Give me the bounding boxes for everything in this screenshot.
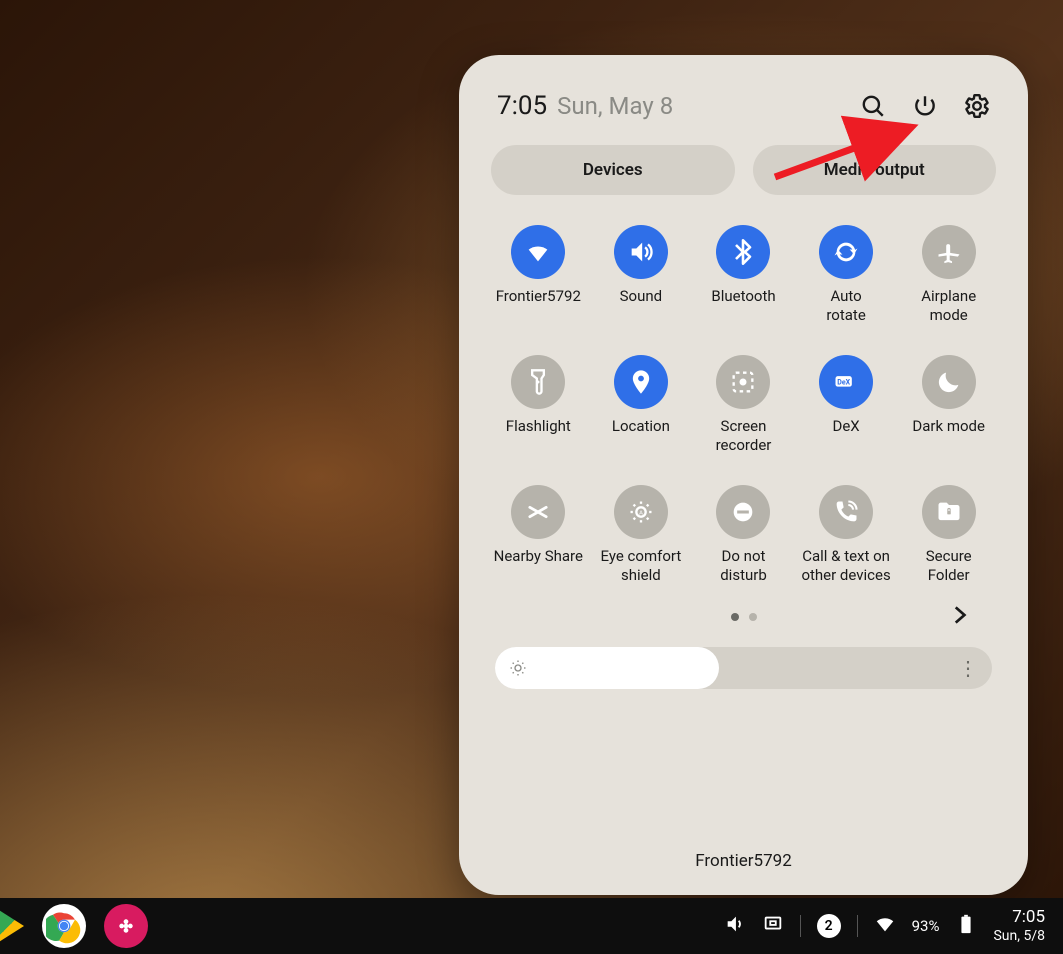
tray-notification-badge[interactable]: 2 [817,914,841,938]
notification-count: 2 [825,918,833,934]
tile-airplane[interactable]: Airplane mode [897,225,1000,325]
airplane-icon [922,225,976,279]
screenrec-icon [716,355,770,409]
eyecomfort-icon: A [614,485,668,539]
panel-date: Sun, May 8 [557,92,673,120]
pager-dot-1[interactable] [731,613,739,621]
shelf-left [0,904,148,948]
brightness-slider[interactable]: ⋮ [495,647,992,689]
dnd-icon [716,485,770,539]
calltext-icon [819,485,873,539]
gallery-app-icon[interactable] [104,904,148,948]
panel-footer-network[interactable]: Frontier5792 [487,841,1000,877]
brightness-fill [495,647,719,689]
power-icon[interactable] [912,93,938,119]
tray-volume-icon[interactable] [724,913,746,939]
flashlight-icon [511,355,565,409]
tile-screenrec[interactable]: Screen recorder [692,355,795,455]
media-output-pill[interactable]: Media output [753,145,997,195]
tile-label: Dark mode [912,417,985,455]
tray-cast-icon[interactable] [762,913,784,939]
chrome-icon[interactable] [42,904,86,948]
panel-header-icons [860,93,990,119]
tile-dnd[interactable]: Do not disturb [692,485,795,585]
tile-label: Screen recorder [716,417,772,455]
tile-autorotate[interactable]: Auto rotate [795,225,898,325]
tray-separator [800,915,801,937]
devices-pill-label: Devices [583,160,643,180]
tile-wifi[interactable]: Frontier5792 [487,225,590,325]
tile-label: Flashlight [506,417,571,455]
media-output-pill-label: Media output [824,160,925,180]
tile-eyecomfort[interactable]: A Eye comfort shield [590,485,693,585]
next-page-button[interactable] [946,602,972,632]
tile-darkmode[interactable]: Dark mode [897,355,1000,455]
tile-label: Bluetooth [711,287,775,325]
tray-battery-text: 93% [912,917,940,935]
tile-location[interactable]: Location [590,355,693,455]
tray-separator [857,915,858,937]
system-tray[interactable]: 2 93% 7:05 Sun, 5/8 [724,908,1045,944]
pill-row: Devices Media output [487,145,1000,215]
panel-time-date[interactable]: 7:05 Sun, May 8 [497,91,673,121]
autorotate-icon [819,225,873,279]
tray-clock[interactable]: 7:05 Sun, 5/8 [993,908,1045,944]
svg-text:DeX: DeX [837,378,850,386]
tile-label: Do not disturb [720,547,767,585]
bluetooth-icon [716,225,770,279]
pager [487,595,1000,627]
quick-settings-panel: 7:05 Sun, May 8 Devices Media output Fro… [459,55,1028,895]
pager-dot-2[interactable] [749,613,757,621]
tray-clock-date: Sun, 5/8 [993,928,1045,944]
securefolder-icon [922,485,976,539]
tile-label: Eye comfort shield [601,547,682,585]
devices-pill[interactable]: Devices [491,145,735,195]
svg-text:A: A [639,510,643,516]
tray-battery-icon[interactable] [955,913,977,939]
search-icon[interactable] [860,93,886,119]
tile-bluetooth[interactable]: Bluetooth [692,225,795,325]
dex-icon: DeX [819,355,873,409]
tile-label: Call & text on other devices [801,547,890,585]
tile-flashlight[interactable]: Flashlight [487,355,590,455]
sound-icon [614,225,668,279]
darkmode-icon [922,355,976,409]
tile-nearby[interactable]: Nearby Share [487,485,590,585]
tile-label: Location [612,417,670,455]
nearby-icon [511,485,565,539]
shelf: 2 93% 7:05 Sun, 5/8 [0,898,1063,954]
tray-clock-time: 7:05 [993,908,1045,928]
tile-dex[interactable]: DeX DeX [795,355,898,455]
tile-label: Frontier5792 [496,287,581,325]
tiles-grid: Frontier5792 Sound Bluetooth Auto rotate Air… [487,215,1000,595]
tile-calltext[interactable]: Call & text on other devices [795,485,898,585]
tile-label: DeX [832,417,859,455]
tile-label: Airplane mode [921,287,976,325]
tray-wifi-icon[interactable] [874,913,896,939]
panel-time: 7:05 [497,91,547,121]
settings-icon[interactable] [964,93,990,119]
tile-securefolder[interactable]: Secure Folder [897,485,1000,585]
tile-label: Auto rotate [826,287,865,325]
brightness-icon [509,659,527,677]
wifi-icon [511,225,565,279]
tile-sound[interactable]: Sound [590,225,693,325]
tile-label: Sound [620,287,662,325]
location-icon [614,355,668,409]
panel-header: 7:05 Sun, May 8 [487,91,1000,145]
play-store-icon[interactable] [0,907,24,945]
tile-label: Secure Folder [926,547,972,585]
tile-label: Nearby Share [494,547,583,585]
